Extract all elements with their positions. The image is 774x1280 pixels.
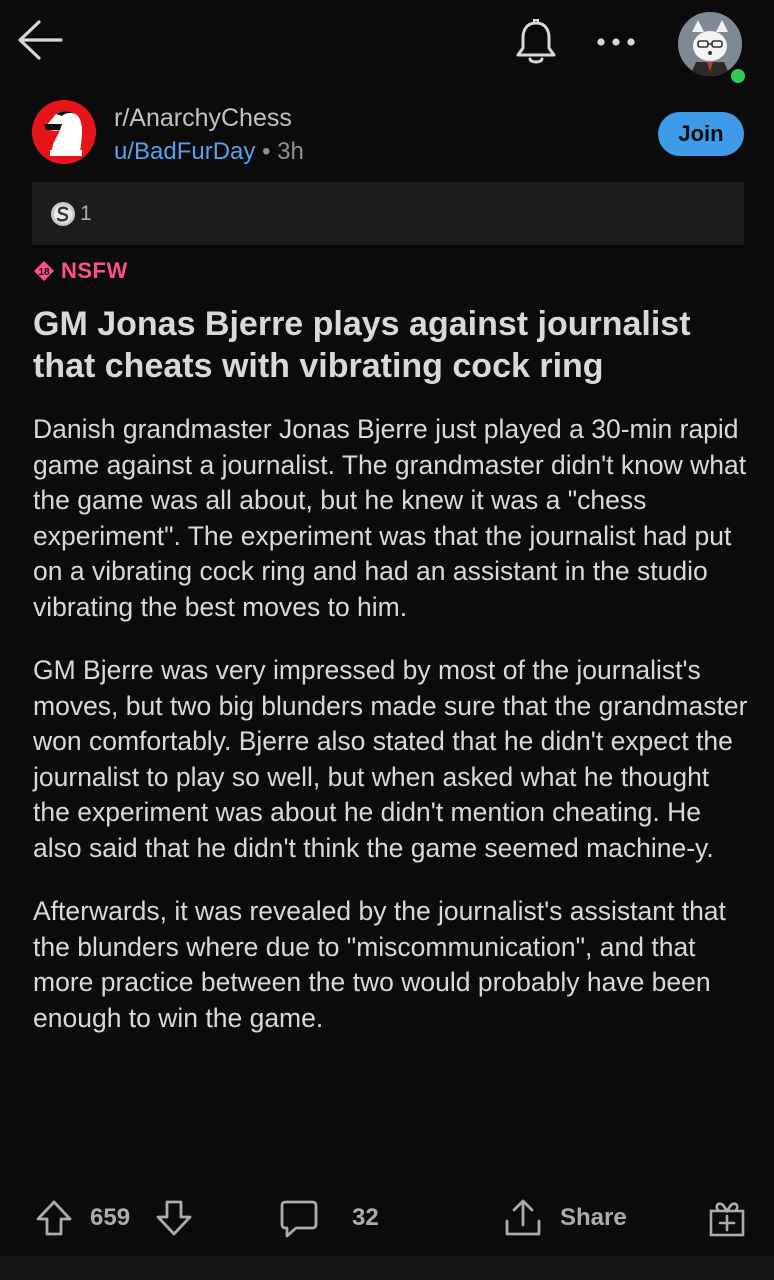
upvote-button[interactable] (34, 1190, 74, 1246)
post-page: r/AnarchyChess u/BadFurDay • 3h Join 1 1… (0, 0, 774, 1280)
share-upload-icon (505, 1199, 541, 1236)
body-paragraph: GM Bjerre was very impressed by most of … (33, 655, 748, 863)
user-avatar-button[interactable] (678, 12, 748, 86)
post-body: Danish grandmaster Jonas Bjerre just pla… (33, 412, 749, 1064)
nsfw-label: NSFW (61, 258, 128, 283)
arrow-up-outline-icon (36, 1200, 72, 1236)
nsfw-tag: 18 NSFW (33, 258, 128, 284)
bell-icon (516, 19, 556, 64)
share-button[interactable]: Share (502, 1190, 627, 1246)
more-horizontal-icon (597, 38, 635, 46)
arrow-down-outline-icon (156, 1200, 192, 1236)
more-options-button[interactable] (588, 20, 644, 64)
bottom-divider (0, 1256, 774, 1280)
downvote-button[interactable] (154, 1190, 194, 1246)
top-bar (0, 0, 774, 86)
body-paragraph: Danish grandmaster Jonas Bjerre just pla… (33, 414, 747, 622)
back-button[interactable] (12, 14, 68, 66)
award-strip[interactable]: 1 (32, 182, 744, 245)
body-paragraph: Afterwards, it was revealed by the journ… (33, 896, 726, 1033)
comment-count: 32 (352, 1204, 379, 1231)
arrow-left-icon (18, 20, 63, 60)
online-status-dot (728, 66, 748, 86)
notifications-button[interactable] (508, 14, 564, 70)
nsfw-18-icon: 18 (34, 261, 54, 281)
post-header: r/AnarchyChess u/BadFurDay • 3h Join (32, 98, 744, 174)
join-button[interactable]: Join (658, 112, 744, 156)
meta-separator: • (262, 138, 271, 165)
post-title: GM Jonas Bjerre plays against journalist… (33, 305, 691, 385)
share-label: Share (560, 1204, 627, 1231)
author-link[interactable]: u/BadFurDay (114, 138, 255, 165)
subreddit-name[interactable]: r/AnarchyChess (114, 104, 292, 133)
gift-award-icon (709, 1202, 745, 1237)
silver-award-icon (51, 201, 75, 226)
post-action-bar: 659 32 Share (0, 1190, 774, 1250)
award-button[interactable] (706, 1190, 748, 1246)
svg-text:18: 18 (38, 267, 50, 278)
post-age: 3h (277, 138, 304, 165)
comment-bubble-icon (280, 1200, 318, 1238)
subreddit-icon[interactable] (32, 100, 96, 164)
vote-count: 659 (90, 1204, 131, 1231)
post-meta: u/BadFurDay • 3h (114, 138, 304, 166)
comments-button[interactable] (278, 1190, 320, 1246)
award-count: 1 (80, 201, 92, 225)
